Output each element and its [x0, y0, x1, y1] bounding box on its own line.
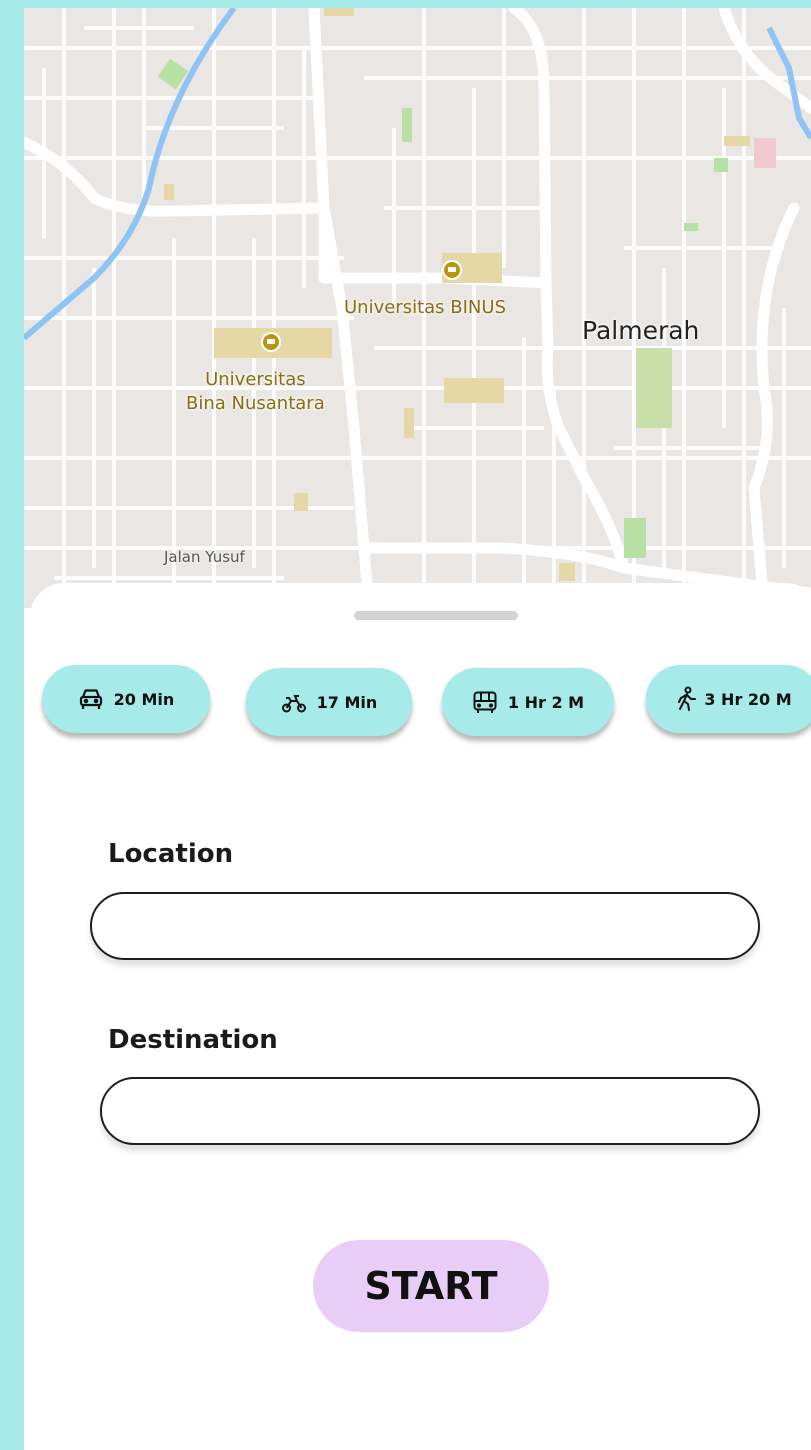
- transport-option-walk[interactable]: 3 Hr 20 M: [646, 665, 811, 733]
- motorbike-icon: [281, 695, 306, 713]
- poi-label-line: Bina Nusantara: [186, 393, 325, 414]
- walking-icon: [678, 686, 697, 711]
- sheet-drag-handle[interactable]: [354, 611, 518, 620]
- app-screen: Universitas BINUS Universitas Bina Nusan…: [24, 8, 811, 1450]
- poi-label-line: Universitas: [205, 369, 306, 390]
- street-label: Jalan Yusuf: [164, 548, 245, 566]
- map-view[interactable]: Universitas BINUS Universitas Bina Nusan…: [24, 8, 811, 608]
- transport-option-motorbike[interactable]: 17 Min: [246, 668, 412, 736]
- university-pin-icon[interactable]: [442, 260, 462, 280]
- university-pin-icon[interactable]: [261, 332, 281, 352]
- destination-input[interactable]: [100, 1077, 760, 1145]
- transport-time: 17 Min: [316, 692, 378, 712]
- route-bottom-sheet: 20 Min 17 Min 1 Hr 2 M 3 Hr 20 M Locatio…: [30, 583, 811, 1450]
- destination-label: Destination: [108, 1025, 278, 1055]
- location-label: Location: [108, 839, 234, 869]
- poi-label-bina-nusantara[interactable]: Universitas Bina Nusantara: [186, 368, 325, 416]
- car-icon: [79, 689, 102, 709]
- bus-icon: [473, 691, 497, 713]
- poi-label-binus[interactable]: Universitas BINUS: [344, 296, 506, 320]
- district-label: Palmerah: [582, 316, 700, 345]
- transport-option-bus[interactable]: 1 Hr 2 M: [442, 668, 614, 736]
- transport-option-car[interactable]: 20 Min: [42, 665, 210, 733]
- start-button[interactable]: START: [313, 1240, 549, 1332]
- location-input[interactable]: [90, 892, 760, 960]
- transport-time: 20 Min: [113, 689, 175, 709]
- transport-time: 3 Hr 20 M: [704, 689, 792, 709]
- transport-time: 1 Hr 2 M: [507, 692, 585, 712]
